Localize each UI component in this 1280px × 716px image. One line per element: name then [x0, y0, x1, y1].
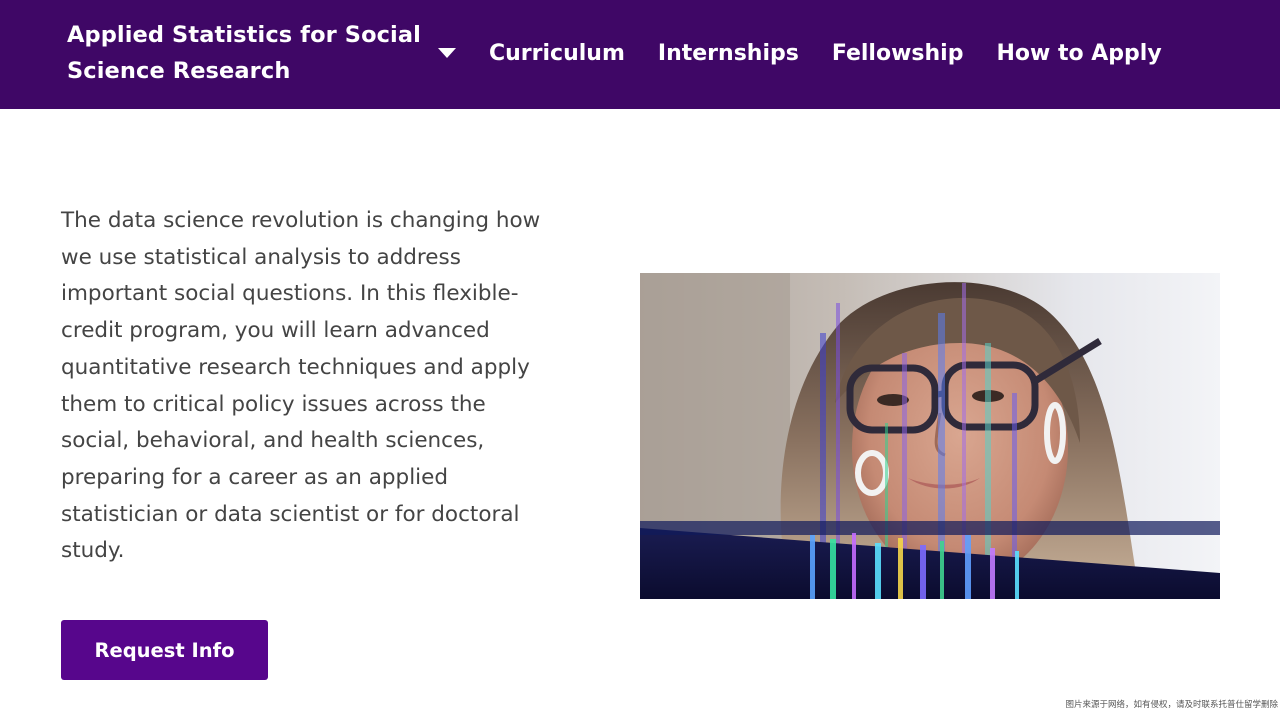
program-menu-toggle[interactable] [432, 36, 462, 70]
nav-item-fellowship[interactable]: Fellowship [832, 41, 964, 66]
program-title[interactable]: Applied Statistics for Social Science Re… [67, 17, 427, 89]
student-at-computer-photo [640, 273, 1220, 599]
image-source-watermark: 图片来源于网络，如有侵权，请及时联系托普仕留学删除 [1065, 700, 1278, 710]
site-header: Applied Statistics for Social Science Re… [0, 0, 1280, 109]
request-info-button[interactable]: Request Info [61, 620, 268, 680]
hero-photo [640, 273, 1220, 599]
intro-paragraph: The data science revolution is changing … [61, 208, 541, 564]
nav-item-curriculum[interactable]: Curriculum [489, 41, 625, 66]
caret-down-icon [438, 48, 456, 58]
nav-item-how-to-apply[interactable]: How to Apply [996, 41, 1161, 66]
nav-item-internships[interactable]: Internships [658, 41, 799, 66]
main-nav: Curriculum Internships Fellowship How to… [489, 36, 1162, 70]
